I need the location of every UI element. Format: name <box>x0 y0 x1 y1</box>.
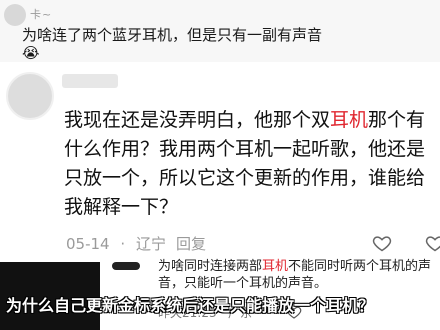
like-icon[interactable] <box>372 233 392 253</box>
comment-text: 我现在还是没弄明白，他那个双耳机那个有什么作用？我用两个耳机一起听歌，他还是只放… <box>64 106 436 222</box>
comment-sep: · <box>120 235 126 253</box>
previous-comment: 卡~ 为啥连了两个蓝牙耳机，但是只有一副有声音😭 <box>0 0 440 62</box>
keyword-link[interactable]: 耳机 <box>262 259 288 274</box>
comment-meta: 05-14 · 辽宁 <box>66 233 172 254</box>
comment-text: 为啥连了两个蓝牙耳机，但是只有一副有声音😭 <box>22 26 323 62</box>
keyword-link[interactable]: 耳机 <box>330 109 368 131</box>
avatar[interactable] <box>6 72 54 120</box>
reply-text: 为啥同时连接两部耳机不能同时听两个耳机的声音，只能听一个耳机的声音。 <box>158 258 440 292</box>
avatar[interactable] <box>4 4 26 26</box>
comment-date: 05-14 <box>66 235 110 253</box>
video-caption: 为什么自己更新金标系统后还是只能播放一个耳机？ <box>6 296 375 315</box>
dislike-icon[interactable] <box>425 233 440 253</box>
username-blurred[interactable] <box>62 74 118 88</box>
avatar[interactable] <box>112 262 140 270</box>
reply-text-part: 为啥同时连接两部 <box>158 259 263 274</box>
sub-reply: 为啥同时连接两部耳机不能同时听两个耳机的声音，只能听一个耳机的声音。 昨天21:… <box>100 252 440 330</box>
reply-button[interactable]: 回复 <box>176 233 206 254</box>
comment-location: 辽宁 <box>135 235 166 253</box>
username[interactable]: 卡~ <box>30 6 52 22</box>
comment-text-part: 我现在还是没弄明白，他那个双 <box>64 109 331 131</box>
